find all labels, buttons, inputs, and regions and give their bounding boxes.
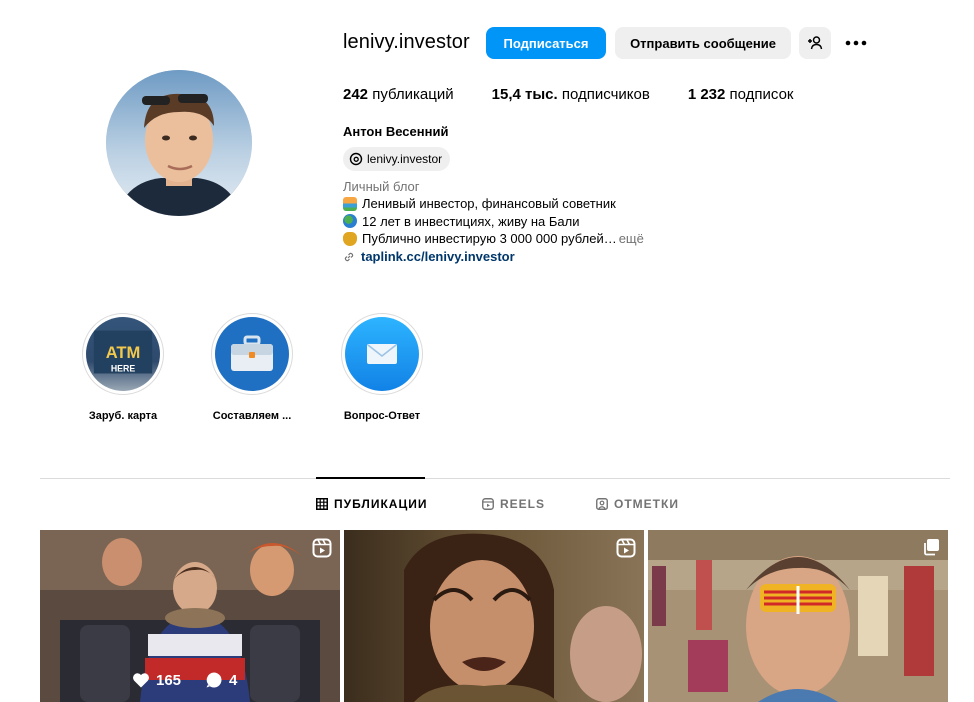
money-bag-emoji-icon xyxy=(343,231,357,246)
highlight-item[interactable]: Вопрос-Ответ xyxy=(327,313,437,422)
post-engagement: 165 4 xyxy=(132,671,237,689)
profile-bio: Ленивый инвестор, финансовый советник 12… xyxy=(343,195,644,248)
carousel-icon xyxy=(924,539,939,556)
following-count[interactable]: 1 232 подписок xyxy=(688,86,794,103)
active-tab-indicator xyxy=(316,477,425,479)
comments-count: 4 xyxy=(229,671,238,689)
bio-line: Публично инвестирую 3 000 000 рублей… ещ… xyxy=(343,230,644,248)
follow-button[interactable]: Подписаться xyxy=(486,27,606,59)
send-message-button[interactable]: Отправить сообщение xyxy=(615,27,791,59)
threads-badge[interactable]: lenivy.investor xyxy=(343,147,451,171)
reel-badge-icon xyxy=(312,538,332,558)
reels-icon xyxy=(482,498,494,510)
heart-icon xyxy=(133,673,149,688)
svg-text:ATM: ATM xyxy=(106,343,141,362)
comment-icon xyxy=(206,672,222,688)
profile-full-name: Антон Весенний xyxy=(343,124,449,139)
globe-emoji-icon xyxy=(343,214,357,229)
likes-count: 165 xyxy=(156,671,182,689)
atm-image: ATM HERE xyxy=(86,317,160,391)
highlight-item[interactable]: ATM HERE Заруб. карта xyxy=(68,313,178,422)
reel-badge-icon xyxy=(616,538,636,558)
tab-posts[interactable]: ПУБЛИКАЦИИ xyxy=(316,497,427,511)
tab-reels[interactable]: REELS xyxy=(482,497,545,511)
briefcase-icon xyxy=(231,335,273,371)
envelope-icon xyxy=(367,344,397,364)
profile-stats: 242 публикаций 15,4 тыс. подписчиков 1 2… xyxy=(343,86,832,103)
svg-text:HERE: HERE xyxy=(111,364,135,374)
bio-line: 12 лет в инвестициях, живу на Бали xyxy=(343,213,644,231)
threads-icon xyxy=(349,152,363,166)
post-image xyxy=(648,530,948,702)
suggest-users-button[interactable] xyxy=(799,27,831,59)
tabs-divider xyxy=(40,478,950,479)
link-icon xyxy=(344,252,354,261)
bio-line: Ленивый инвестор, финансовый советник xyxy=(343,195,644,213)
tagged-icon xyxy=(596,498,608,510)
highlight-label: Заруб. карта xyxy=(88,410,158,422)
profile-avatar[interactable] xyxy=(106,70,252,216)
bio-more-link[interactable]: ещё xyxy=(619,230,644,248)
post-tile[interactable]: 165 4 xyxy=(40,530,340,702)
highlight-label: Составляем ... xyxy=(212,410,292,422)
profile-username: lenivy.investor xyxy=(343,31,470,53)
post-tile[interactable] xyxy=(648,530,948,702)
grid-icon xyxy=(316,498,328,510)
post-image xyxy=(344,530,644,702)
posts-count: 242 публикаций xyxy=(343,86,454,103)
beach-emoji-icon xyxy=(343,196,357,211)
add-person-icon xyxy=(808,36,823,50)
followers-count[interactable]: 15,4 тыс. подписчиков xyxy=(492,86,650,103)
profile-category: Личный блог xyxy=(343,179,420,194)
highlight-item[interactable]: Составляем ... xyxy=(197,313,307,422)
tab-tagged[interactable]: ОТМЕТКИ xyxy=(596,497,679,511)
more-options-icon[interactable] xyxy=(843,31,869,55)
post-tile[interactable] xyxy=(344,530,644,702)
profile-external-link[interactable]: taplink.cc/lenivy.investor xyxy=(343,249,515,264)
highlight-label: Вопрос-Ответ xyxy=(343,410,421,422)
